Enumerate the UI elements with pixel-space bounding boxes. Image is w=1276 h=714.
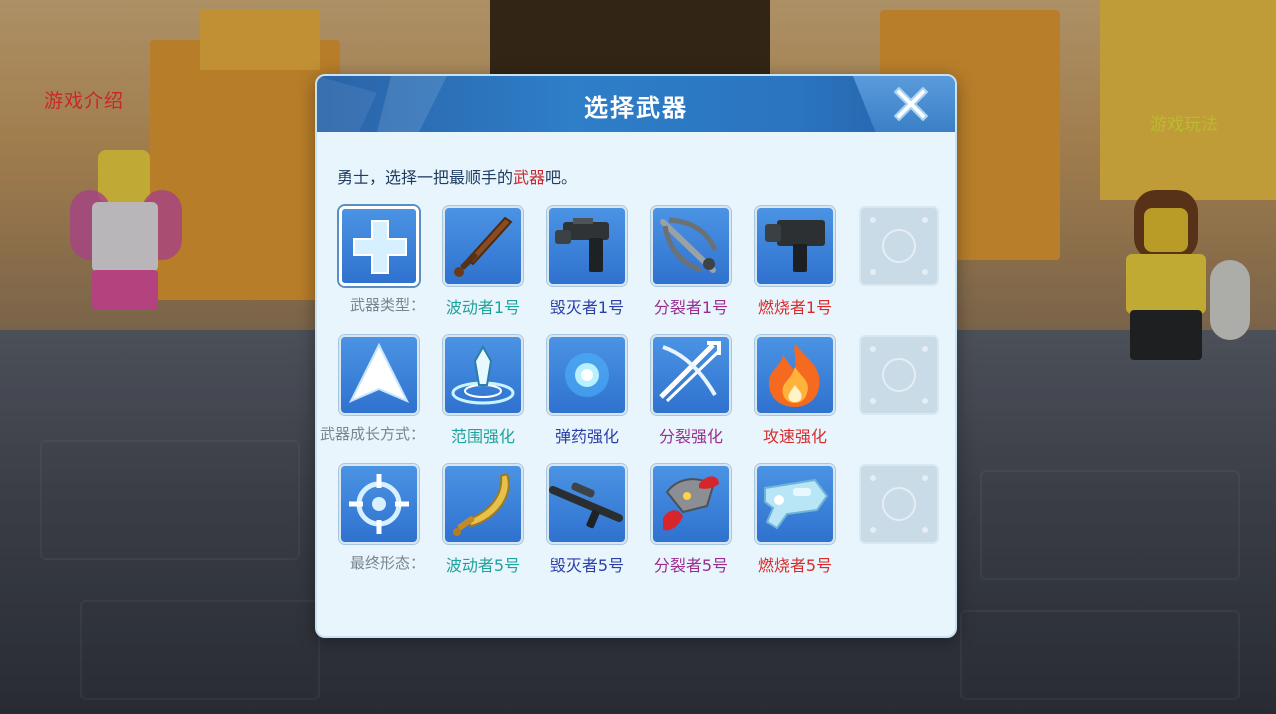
intro-highlight: 武器 [513,168,546,187]
arrow-up-icon [348,342,410,403]
weapon-type-tile [339,206,419,286]
growth-type-tile [339,335,419,415]
game-mode-text: 游戏玩法 [1150,115,1218,135]
range-crystal-icon [451,344,515,405]
game-intro-link[interactable]: 游戏介绍 [44,86,124,113]
weapon-slot-4[interactable] [755,206,835,286]
growth-label: 攻速强化 [762,427,827,446]
plus-icon [353,220,407,274]
golden-saber-icon [453,472,510,536]
final-label: 分裂者5号 [653,556,729,575]
fire-icon [769,343,820,407]
intro-prefix: 勇士，选择一把最顺手的 [337,168,514,187]
sword-icon [454,216,513,277]
dragon-crossbow-icon [663,476,719,531]
growth-slot-1[interactable] [443,335,523,415]
weapon-slot-3[interactable] [651,206,731,286]
empty-slot-icon [870,217,928,275]
empty-slot-icon [870,475,928,533]
final-label: 燃烧者5号 [757,556,833,575]
crosshair-icon [349,474,409,534]
growth-slot-2[interactable] [547,335,627,415]
growth-slot-4[interactable] [755,335,835,415]
dialog-header: 选择武器 [317,76,955,132]
growth-label: 范围强化 [450,427,515,446]
close-button[interactable] [853,76,955,132]
weapon-slot-1[interactable] [443,206,523,286]
weapon-label: 毁灭者1号 [549,298,625,317]
final-form-tile [339,464,419,544]
sniper-rifle-icon [549,482,623,529]
dialog-intro-text: 勇士，选择一把最顺手的武器吧。 [337,164,577,188]
final-slot-1[interactable] [443,464,523,544]
final-slot-4[interactable] [755,464,835,544]
empty-slot [859,464,939,544]
weapon-label: 燃烧者1号 [757,298,833,317]
weapon-label: 波动者1号 [445,298,521,317]
weapon-select-dialog: 选择武器 勇士，选择一把最顺手的武器吧。 武器类型： 波动者1号 毁灭者1号 分… [315,74,957,638]
final-label: 毁灭者5号 [549,556,625,575]
growth-label: 弹药强化 [554,427,619,446]
empty-slot [859,335,939,415]
row-label-final-form: 最终形态： [349,554,425,572]
split-arrows-icon [659,341,721,403]
blaster-pistol-icon [555,218,609,272]
row-label-weapon-type: 武器类型： [349,296,425,314]
crossbow-icon [660,217,718,273]
final-slot-3[interactable] [651,464,731,544]
ice-cannon-icon [764,478,829,530]
empty-slot [859,206,939,286]
growth-slot-3[interactable] [651,335,731,415]
row-label-growth: 武器成长方式： [319,425,425,443]
energy-orb-icon [565,353,609,397]
intro-suffix: 吧。 [545,168,578,187]
final-slot-2[interactable] [547,464,627,544]
final-label: 波动者5号 [445,556,521,575]
growth-label: 分裂强化 [658,427,723,446]
empty-slot-icon [870,346,928,404]
close-icon [894,87,928,121]
weapon-label: 分裂者1号 [653,298,729,317]
weapon-slot-2[interactable] [547,206,627,286]
heavy-pistol-icon [765,220,825,272]
